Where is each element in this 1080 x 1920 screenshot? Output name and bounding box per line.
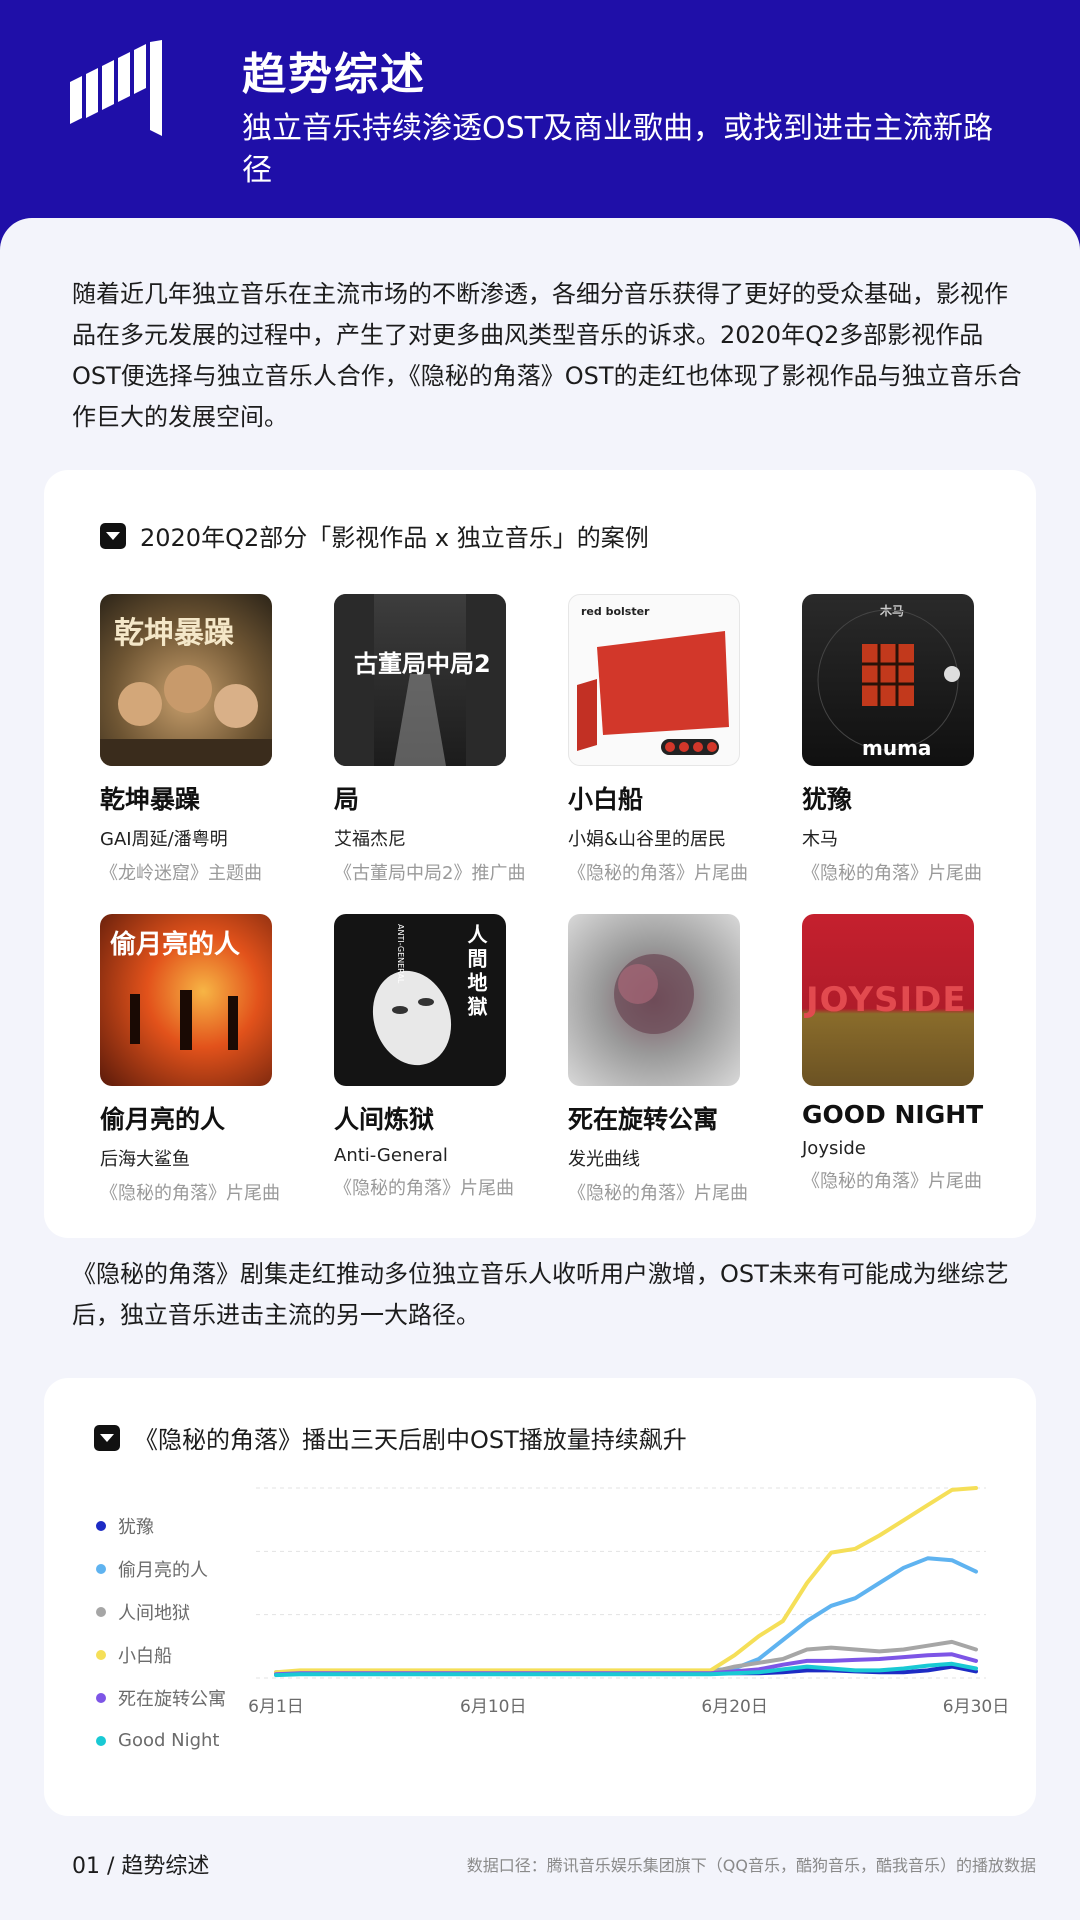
- album-note: 《隐秘的角落》片尾曲: [568, 863, 748, 884]
- album-note: 《古董局中局2》推广曲: [334, 863, 526, 884]
- album-note: 《隐秘的角落》片尾曲: [100, 1183, 280, 1204]
- album-item[interactable]: 古董局中局2 局 艾福杰尼 《古董局中局2》推广曲: [334, 594, 554, 885]
- album-title: 死在旋转公寓: [568, 1105, 719, 1134]
- album-title: 人间炼狱: [334, 1105, 435, 1134]
- cover-title: 人間地獄: [464, 924, 488, 1020]
- album-artist: Anti-General: [334, 1145, 448, 1166]
- cover-title: 偷月亮的人: [110, 930, 241, 960]
- album-cover: JOYSIDE: [802, 914, 974, 1086]
- album-cover: 木马 muma: [802, 594, 974, 766]
- cover-faces-art: [100, 665, 272, 766]
- x-tick-label: 6月20日: [701, 1697, 767, 1717]
- album-note: 《隐秘的角落》片尾曲: [802, 1171, 982, 1192]
- content-sheet: 随着近几年独立音乐在主流市场的不断渗透，各细分音乐获得了更好的受众基础，影视作品…: [0, 218, 1080, 1920]
- x-tick-label: 6月10日: [460, 1697, 526, 1717]
- album-note: 《隐秘的角落》片尾曲: [802, 863, 982, 884]
- album-note: 《龙岭迷窟》主题曲: [100, 863, 262, 884]
- album-artist: 小娟&山谷里的居民: [568, 829, 727, 850]
- series-line: [274, 1486, 978, 1675]
- album-artist: 后海大鲨鱼: [100, 1149, 190, 1170]
- album-title: GOOD NIGHT: [802, 1100, 984, 1129]
- cover-title: 古董局中局2: [354, 650, 491, 678]
- album-title: 犹豫: [802, 785, 853, 814]
- album-cover: 偷月亮的人: [100, 914, 272, 1086]
- cover-corridor-art: [334, 594, 506, 766]
- album-cover: red bolster: [568, 594, 740, 766]
- x-tick-label: 6月30日: [943, 1697, 1009, 1717]
- cover-title: JOYSIDE: [806, 980, 967, 1020]
- cases-card-title: 2020年Q2部分「影视作品 x 独立音乐」的案例: [140, 524, 649, 552]
- album-title: 局: [334, 785, 360, 814]
- cover-title: muma: [862, 736, 932, 760]
- cover-boat-art: [577, 631, 729, 755]
- album-item[interactable]: 乾坤暴躁 乾坤暴躁 GAI周延/潘粤明 《龙岭迷窟》主题曲: [100, 594, 320, 885]
- album-item[interactable]: 木马 muma 犹豫 木马 《隐秘的角落》片尾曲: [802, 594, 1022, 885]
- album-title: 乾坤暴躁: [100, 785, 201, 814]
- album-note: 《隐秘的角落》片尾曲: [568, 1183, 748, 1204]
- album-item[interactable]: 死在旋转公寓 发光曲线 《隐秘的角落》片尾曲: [568, 914, 788, 1205]
- album-artist: 艾福杰尼: [334, 829, 406, 850]
- album-artist: GAI周延/潘粤明: [100, 829, 228, 850]
- album-cover: 古董局中局2: [334, 594, 506, 766]
- footer-source-note: 数据口径：腾讯音乐娱乐集团旗下（QQ音乐，酷狗音乐，酷我音乐）的播放数据: [466, 1856, 1036, 1875]
- album-item[interactable]: 人間地獄 ANTI-GENERAL 人间炼狱 Anti-General 《隐秘的…: [334, 914, 554, 1200]
- album-cover: 人間地獄 ANTI-GENERAL: [334, 914, 506, 1086]
- album-item[interactable]: JOYSIDE GOOD NIGHT Joyside 《隐秘的角落》片尾曲: [802, 914, 1022, 1193]
- cases-card-header: 2020年Q2部分「影视作品 x 独立音乐」的案例: [100, 518, 649, 553]
- album-artist: Joyside: [802, 1138, 866, 1159]
- album-title: 偷月亮的人: [100, 1105, 226, 1134]
- album-item[interactable]: red bolster 小白船 小娟&山谷里的居民 《隐秘的角落》片尾曲: [568, 594, 788, 885]
- album-artist: 木马: [802, 829, 838, 850]
- cover-abstract-art: [614, 954, 694, 1034]
- intro-paragraph: 随着近几年独立音乐在主流市场的不断渗透，各细分音乐获得了更好的受众基础，影视作品…: [72, 280, 1022, 431]
- between-paragraph: 《隐秘的角落》剧集走红推动多位独立音乐人收听用户激增，OST未来有可能成为继综艺…: [72, 1260, 1009, 1329]
- album-note: 《隐秘的角落》片尾曲: [334, 1178, 514, 1199]
- album-cover: [568, 914, 740, 1086]
- series-line: [274, 1556, 978, 1675]
- brand-logo-icon: [70, 40, 162, 136]
- album-cover: 乾坤暴躁: [100, 594, 272, 766]
- cover-artist: ANTI-GENERAL: [396, 924, 405, 984]
- album-artist: 发光曲线: [568, 1149, 640, 1170]
- page-subtitle: 独立音乐持续渗透OST及商业歌曲，或找到进击主流新路径: [242, 111, 993, 188]
- line-chart: 6月1日 6月10日 6月20日 6月30日: [248, 1486, 1009, 1717]
- x-tick-label: 6月1日: [248, 1697, 304, 1717]
- album-title: 小白船: [568, 785, 644, 814]
- footer-page-label: 01 / 趋势综述: [72, 1854, 210, 1879]
- dropdown-triangle-icon: [100, 522, 126, 549]
- album-item[interactable]: 偷月亮的人 偷月亮的人 后海大鲨鱼 《隐秘的角落》片尾曲: [100, 914, 320, 1205]
- cases-card: 2020年Q2部分「影视作品 x 独立音乐」的案例 乾坤暴躁 乾坤暴躁 GAI周…: [44, 470, 1036, 1238]
- chart-card: 《隐秘的角落》播出三天后剧中OST播放量持续飙升 犹豫 偷月亮的人 人间地狱 小白船死…: [44, 1378, 1036, 1816]
- header: 趋势综述 独立音乐持续渗透OST及商业歌曲，或找到进击主流新路径: [0, 0, 1080, 240]
- page-title: 趋势综述: [242, 49, 426, 100]
